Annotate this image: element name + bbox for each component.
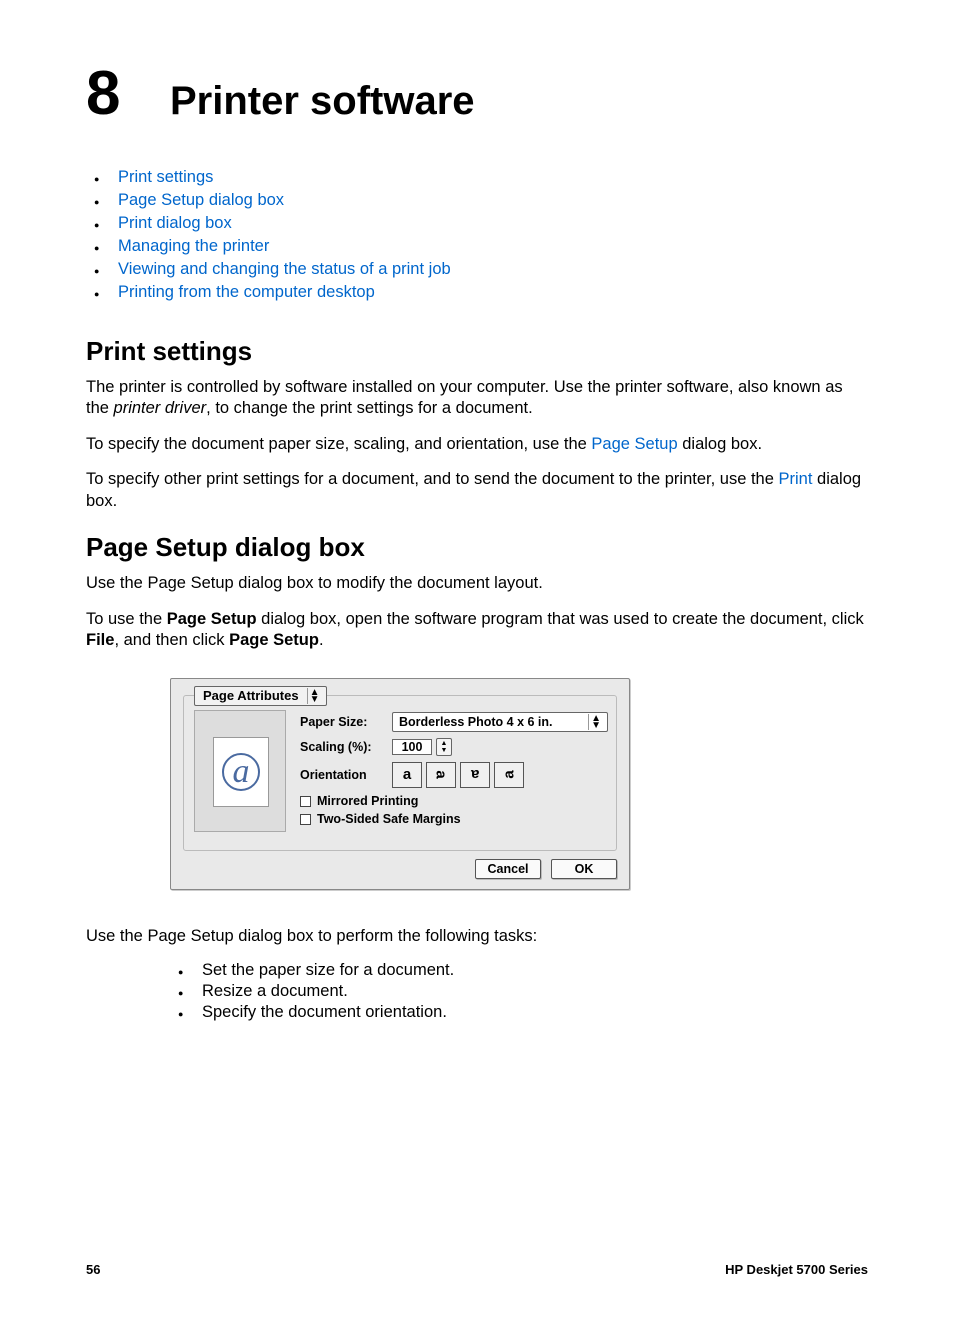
- toc-link-print-settings[interactable]: Print settings: [118, 168, 213, 186]
- cancel-button[interactable]: Cancel: [475, 859, 541, 879]
- paper-size-label: Paper Size:: [300, 715, 392, 729]
- toc-item: Print settings: [86, 168, 868, 187]
- letter-a-icon: a: [471, 766, 479, 783]
- toc-link-print-dialog[interactable]: Print dialog box: [118, 214, 232, 232]
- letter-a-icon: a: [403, 766, 411, 783]
- text: , to change the print settings for a doc…: [206, 399, 533, 417]
- toc-item: Managing the printer: [86, 237, 868, 256]
- mirrored-label: Mirrored Printing: [317, 794, 418, 808]
- text: dialog box, open the software program th…: [257, 610, 864, 628]
- text: To specify the document paper size, scal…: [86, 435, 591, 453]
- text: To use the: [86, 610, 167, 628]
- twosided-checkbox[interactable]: [300, 814, 311, 825]
- product-name: HP Deskjet 5700 Series: [725, 1262, 868, 1277]
- orientation-portrait-flip-button[interactable]: a: [460, 762, 490, 788]
- paragraph: Use the Page Setup dialog box to perform…: [86, 926, 868, 947]
- bold-term: Page Setup: [229, 631, 319, 649]
- toc-list: Print settings Page Setup dialog box Pri…: [86, 168, 868, 302]
- mirrored-checkbox[interactable]: [300, 796, 311, 807]
- twosided-label: Two-Sided Safe Margins: [317, 812, 461, 826]
- paragraph: To specify the document paper size, scal…: [86, 434, 868, 455]
- page-footer: 56 HP Deskjet 5700 Series: [86, 1262, 868, 1277]
- chapter-title: Printer software: [170, 79, 475, 124]
- task-item: Set the paper size for a document.: [170, 961, 868, 980]
- toc-link-page-setup[interactable]: Page Setup dialog box: [118, 191, 284, 209]
- chevron-down-icon: ▼: [441, 747, 448, 754]
- orientation-landscape-ccw-button[interactable]: a: [494, 762, 524, 788]
- tab-label: Page Attributes: [203, 688, 299, 703]
- preview-page-icon: a: [213, 737, 269, 807]
- updown-arrows-icon: ▲▼: [307, 688, 322, 704]
- italic-term: printer driver: [114, 399, 207, 417]
- updown-arrows-icon: ▲▼: [588, 714, 603, 730]
- inline-link-print[interactable]: Print: [779, 470, 813, 488]
- toc-item: Viewing and changing the status of a pri…: [86, 260, 868, 279]
- dialog-button-row: Cancel OK: [171, 851, 629, 889]
- page-number: 56: [86, 1262, 100, 1277]
- scaling-stepper[interactable]: ▲▼: [436, 738, 452, 756]
- chapter-header: 8 Printer software: [86, 66, 868, 124]
- toc-link-desktop[interactable]: Printing from the computer desktop: [118, 283, 375, 301]
- ok-button[interactable]: OK: [551, 859, 617, 879]
- toc-item: Page Setup dialog box: [86, 191, 868, 210]
- scaling-row: Scaling (%): 100 ▲▼: [300, 738, 608, 756]
- chevron-up-icon: ▲: [441, 740, 448, 747]
- paragraph: Use the Page Setup dialog box to modify …: [86, 573, 868, 594]
- inline-link-page-setup[interactable]: Page Setup: [591, 435, 677, 453]
- text: .: [319, 631, 324, 649]
- toc-link-managing[interactable]: Managing the printer: [118, 237, 269, 255]
- toc-link-status[interactable]: Viewing and changing the status of a pri…: [118, 260, 451, 278]
- task-list: Set the paper size for a document. Resiz…: [170, 961, 868, 1022]
- tab-dropdown[interactable]: Page Attributes ▲▼: [194, 686, 327, 706]
- paragraph: To specify other print settings for a do…: [86, 469, 868, 512]
- task-item: Specify the document orientation.: [170, 1003, 868, 1022]
- page-preview: a: [194, 710, 286, 832]
- orientation-portrait-button[interactable]: a: [392, 762, 422, 788]
- paper-size-value: Borderless Photo 4 x 6 in.: [399, 715, 553, 729]
- scaling-label: Scaling (%):: [300, 740, 392, 754]
- scaling-input[interactable]: 100: [392, 739, 432, 755]
- letter-a-icon: a: [501, 770, 518, 778]
- text: dialog box.: [678, 435, 762, 453]
- chapter-number: 8: [86, 66, 170, 122]
- section-heading-print-settings: Print settings: [86, 336, 868, 367]
- orientation-row: Orientation a a a a: [300, 762, 608, 788]
- toc-item: Print dialog box: [86, 214, 868, 233]
- dialog-tabpanel: Page Attributes ▲▼ a Paper Size: Borderl…: [183, 695, 617, 851]
- bold-term: File: [86, 631, 114, 649]
- at-symbol-icon: a: [222, 753, 260, 791]
- letter-a-icon: a: [433, 770, 450, 778]
- page-setup-dialog: Page Attributes ▲▼ a Paper Size: Borderl…: [170, 678, 630, 890]
- paragraph: The printer is controlled by software in…: [86, 377, 868, 420]
- paper-size-select[interactable]: Borderless Photo 4 x 6 in. ▲▼: [392, 712, 608, 732]
- text: , and then click: [114, 631, 229, 649]
- bold-term: Page Setup: [167, 610, 257, 628]
- orientation-landscape-cw-button[interactable]: a: [426, 762, 456, 788]
- paragraph: To use the Page Setup dialog box, open t…: [86, 609, 868, 652]
- task-item: Resize a document.: [170, 982, 868, 1001]
- toc-item: Printing from the computer desktop: [86, 283, 868, 302]
- paper-size-row: Paper Size: Borderless Photo 4 x 6 in. ▲…: [300, 712, 608, 732]
- text: To specify other print settings for a do…: [86, 470, 779, 488]
- orientation-label: Orientation: [300, 768, 392, 782]
- section-heading-page-setup: Page Setup dialog box: [86, 532, 868, 563]
